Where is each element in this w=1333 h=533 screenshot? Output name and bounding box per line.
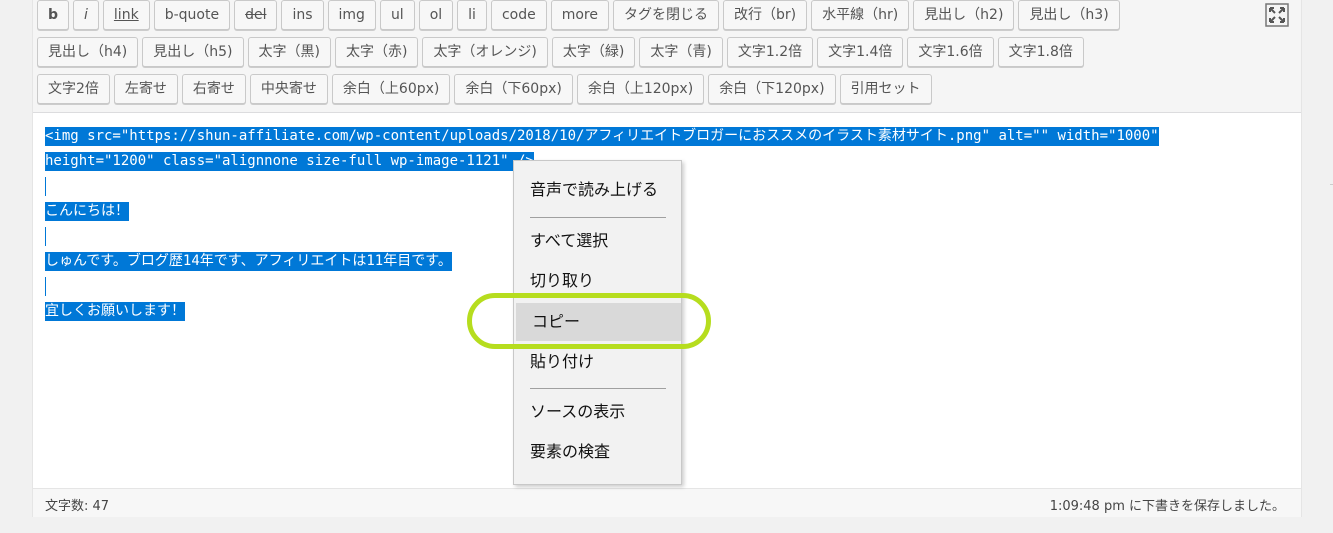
toolbar-row-2: 見出し（h4) 見出し（h5) 太字（黒) 太字（赤) 太字（オレンジ) 太字（… [37, 37, 1084, 67]
br-button[interactable]: 改行（br) [722, 0, 808, 30]
ol-button[interactable]: ol [418, 0, 454, 30]
link-button[interactable]: link [102, 0, 150, 30]
bold-blue-button[interactable]: 太字（青) [639, 37, 723, 67]
h2-button[interactable]: 見出し（h2) [913, 0, 1015, 30]
margin-bottom-60-button[interactable]: 余白（下60px) [454, 74, 573, 104]
toolbar-row-3: 文字2倍 左寄せ 右寄せ 中央寄せ 余白（上60px) 余白（下60px) 余白… [37, 74, 932, 104]
italic-button[interactable]: i [73, 0, 99, 30]
bold-button[interactable]: b [37, 0, 70, 30]
ul-button[interactable]: ul [379, 0, 415, 30]
autosave-status: 1:09:48 pm に下書きを保存しました。 [1049, 499, 1285, 514]
blockquote-button[interactable]: b-quote [153, 0, 231, 30]
word-count: 文字数: 47 [45, 499, 110, 514]
bold-green-button[interactable]: 太字（緑) [551, 37, 636, 67]
content-line-img: <img src="https://shun-affiliate.com/wp-… [45, 127, 1159, 146]
toolbar-row-1: b i link b-quote del ins img ul ol li co… [37, 0, 1120, 30]
content-line-intro: しゅんです。ブログ歴14年です、アフィリエイトは11年目です。 [45, 252, 452, 271]
empty-line [45, 177, 46, 196]
status-bar: 文字数: 47 1:09:48 pm に下書きを保存しました。 [33, 488, 1301, 517]
empty-line [45, 227, 46, 246]
menu-item-view-source[interactable]: ソースの表示 [514, 393, 681, 431]
quicktags-toolbar: b i link b-quote del ins img ul ol li co… [33, 0, 1301, 113]
ins-button[interactable]: ins [281, 0, 324, 30]
menu-separator [530, 388, 666, 389]
align-center-button[interactable]: 中央寄せ [249, 74, 328, 104]
selected-text: こんにちは！ [45, 202, 129, 221]
h4-button[interactable]: 見出し（h4) [37, 37, 139, 67]
h5-button[interactable]: 見出し（h5) [142, 37, 244, 67]
selected-text: <img src="https://shun-affiliate.com/wp-… [45, 127, 1159, 146]
menu-item-select-all[interactable]: すべて選択 [514, 222, 681, 260]
code-button[interactable]: code [490, 0, 547, 30]
content-line-greeting: こんにちは！ [45, 202, 129, 221]
content-line-img-attrs: height="1200" class="alignnone size-full… [45, 152, 534, 171]
bold-orange-button[interactable]: 太字（オレンジ) [422, 37, 548, 67]
li-button[interactable]: li [457, 0, 487, 30]
menu-item-inspect[interactable]: 要素の検査 [514, 433, 681, 471]
expand-icon [1265, 3, 1289, 27]
selected-text: height="1200" class="alignnone size-full… [45, 152, 534, 171]
h3-button[interactable]: 見出し（h3) [1018, 0, 1120, 30]
selected-text: しゅんです。ブログ歴14年です、アフィリエイトは11年目です。 [45, 252, 452, 271]
more-button[interactable]: more [550, 0, 609, 30]
font-1-4x-button[interactable]: 文字1.4倍 [817, 37, 904, 67]
margin-top-60-button[interactable]: 余白（上60px) [331, 74, 451, 104]
menu-separator [530, 217, 666, 218]
hr-button[interactable]: 水平線（hr) [811, 0, 910, 30]
img-button[interactable]: img [327, 0, 376, 30]
font-2x-button[interactable]: 文字2倍 [37, 74, 110, 104]
font-1-8x-button[interactable]: 文字1.8倍 [997, 37, 1084, 67]
margin-top-120-button[interactable]: 余白（上120px) [576, 74, 705, 104]
content-line-closing: 宜しくお願いします！ [45, 302, 185, 321]
highlight-ring-annotation [467, 293, 711, 349]
selected-text: 宜しくお願いします！ [45, 302, 185, 321]
margin-bottom-120-button[interactable]: 余白（下120px) [708, 74, 836, 104]
align-right-button[interactable]: 右寄せ [181, 74, 246, 104]
quote-set-button[interactable]: 引用セット [839, 74, 932, 104]
close-tags-button[interactable]: タグを閉じる [612, 0, 719, 30]
menu-item-read-aloud[interactable]: 音声で読み上げる [514, 171, 681, 209]
bold-red-button[interactable]: 太字（赤) [334, 37, 419, 67]
font-1-6x-button[interactable]: 文字1.6倍 [907, 37, 994, 67]
bold-black-button[interactable]: 太字（黒) [247, 37, 331, 67]
empty-line [45, 277, 46, 296]
align-left-button[interactable]: 左寄せ [113, 74, 178, 104]
del-button[interactable]: del [234, 0, 278, 30]
fullscreen-button[interactable] [1259, 0, 1295, 30]
font-1-2x-button[interactable]: 文字1.2倍 [726, 37, 814, 67]
